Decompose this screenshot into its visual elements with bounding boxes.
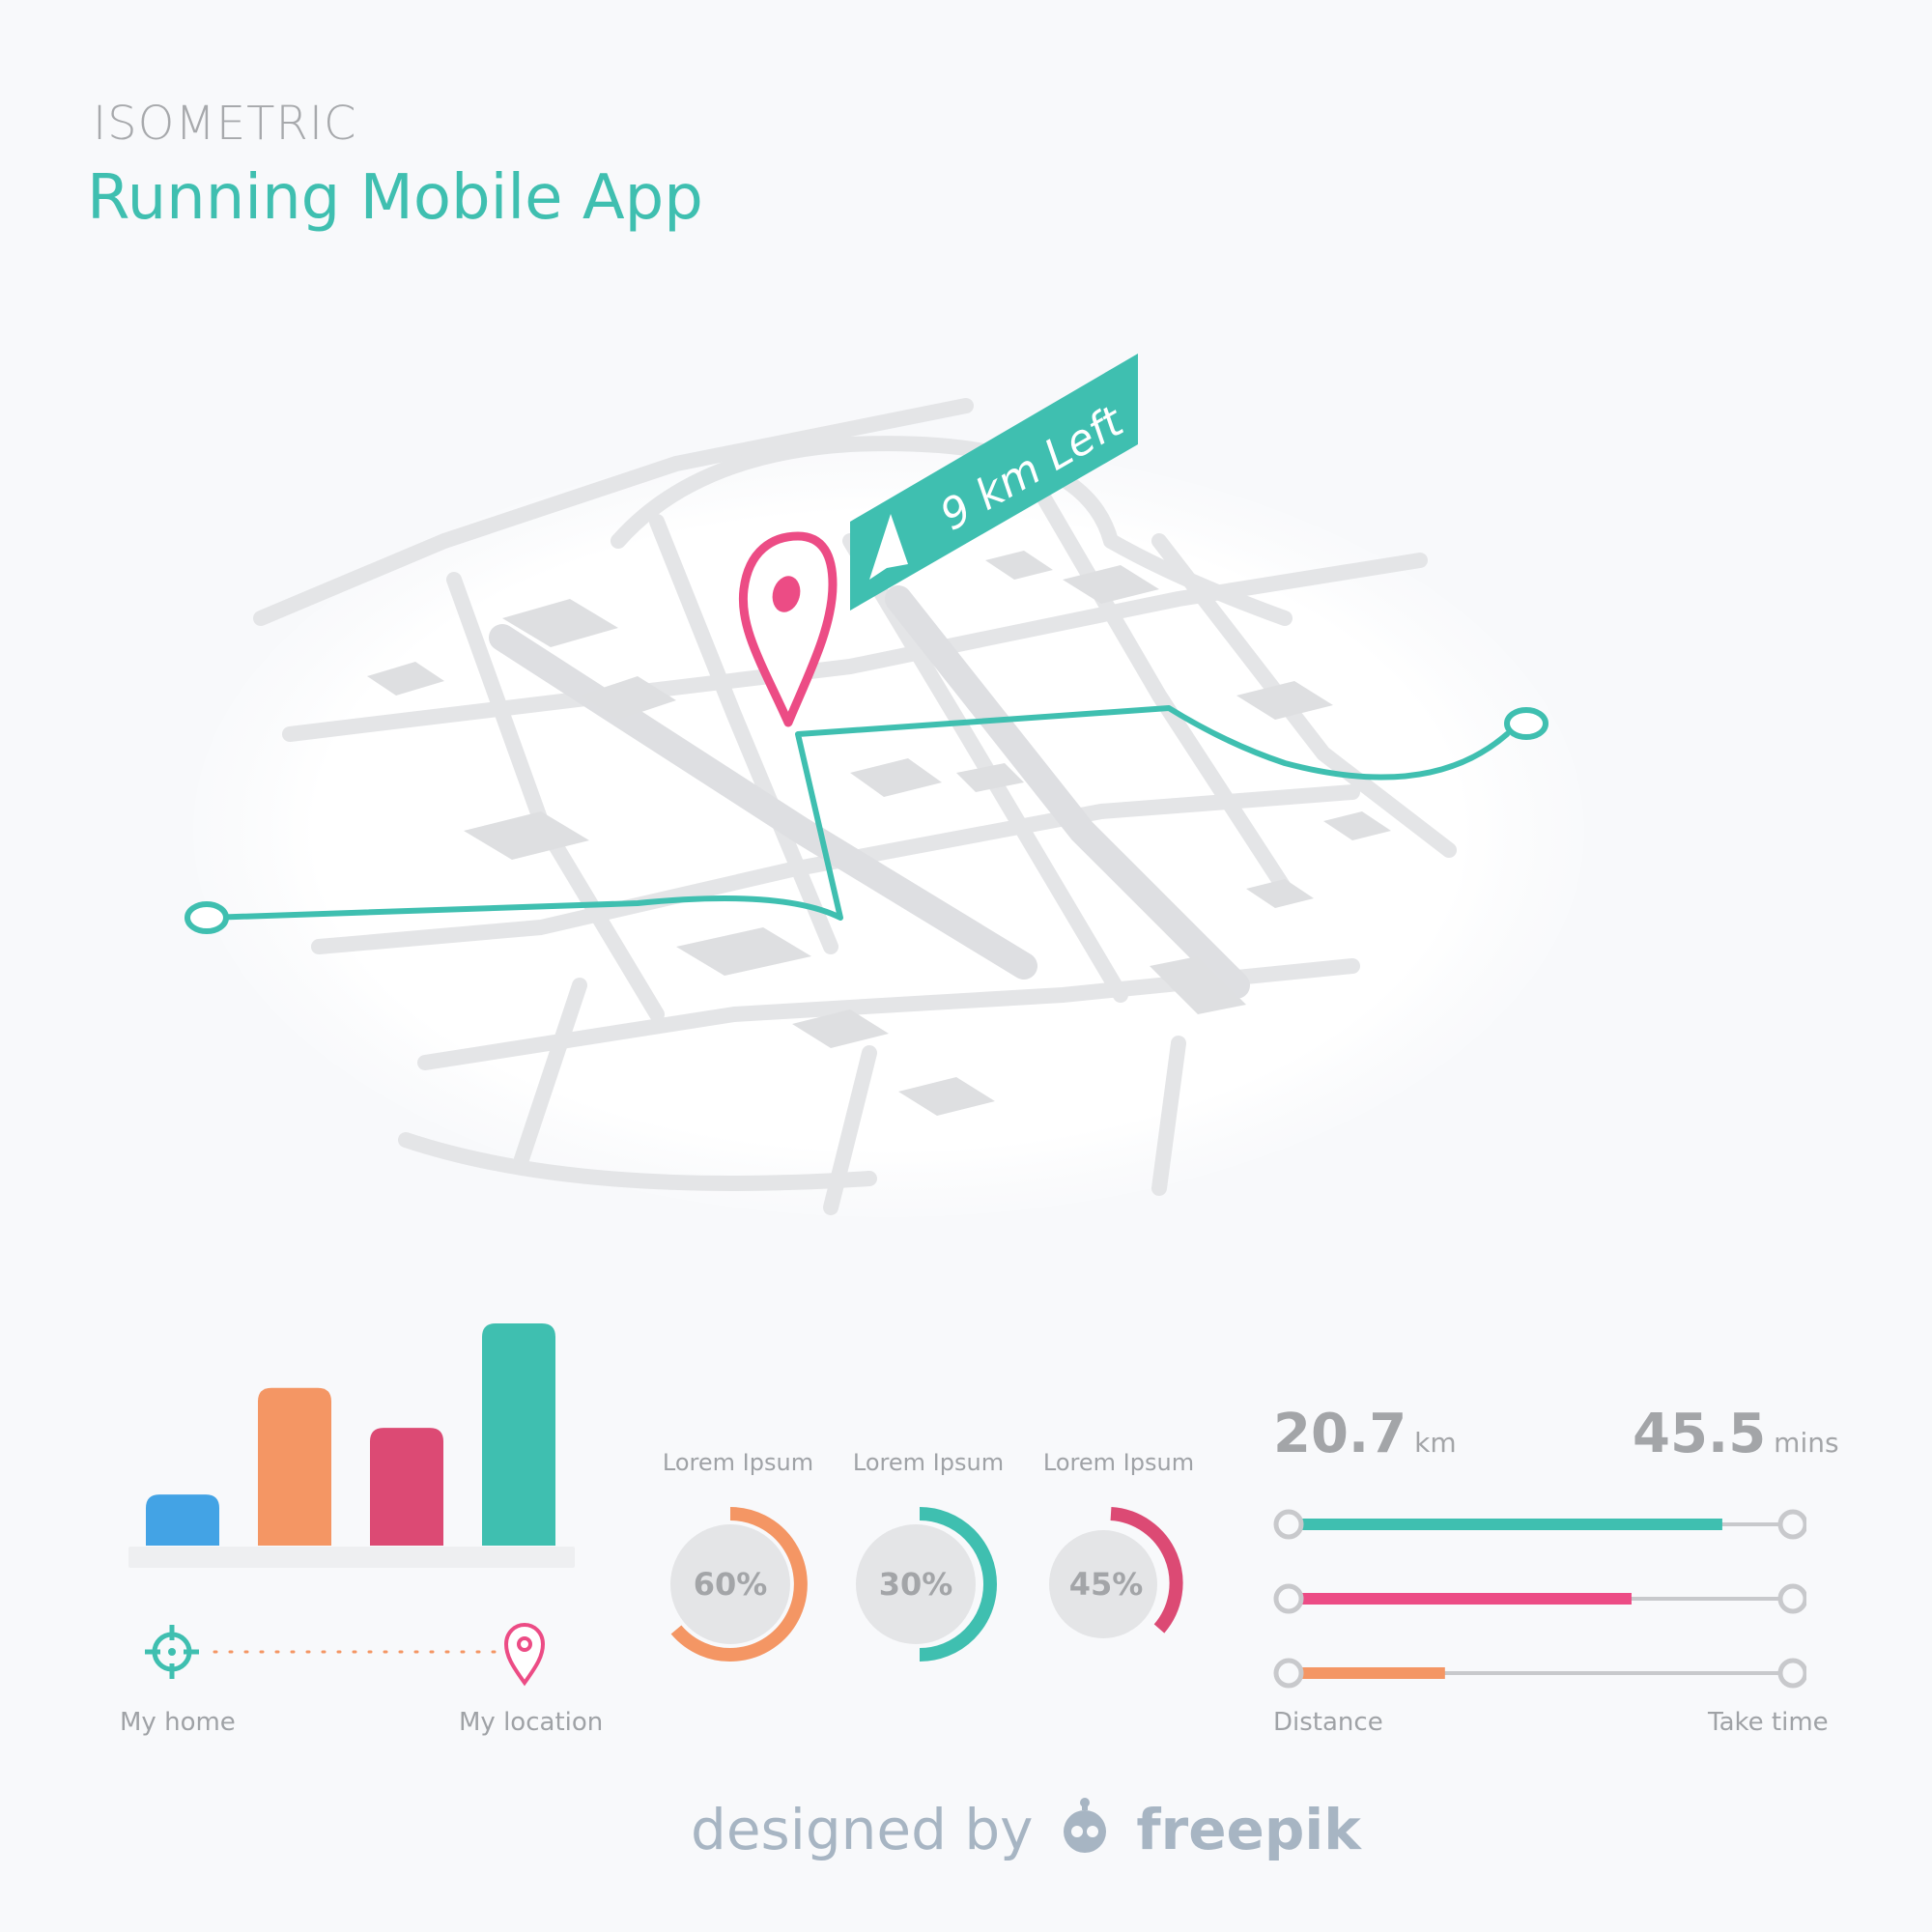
bar-3 [370,1428,443,1546]
take-time-label: Take time [1708,1708,1829,1737]
location-pin-icon [503,1623,546,1687]
distance-stat: 20.7 km [1273,1403,1457,1465]
distance-label: Distance [1273,1708,1383,1737]
donut-3-value: 45% [1069,1566,1144,1603]
my-home-label: My home [120,1708,236,1737]
slider-start-knob [1273,1658,1304,1689]
route-start-node [185,901,229,934]
footer-brand: freepik [1136,1797,1361,1862]
footer-prefix: designed by [691,1797,1034,1862]
bar-1 [146,1494,219,1546]
donut-2: 30% [856,1507,997,1662]
donut-charts: 60% 30% 45% [670,1507,1183,1662]
slider-end-knob [1777,1658,1806,1689]
time-unit: mins [1774,1427,1839,1459]
distance-unit: km [1414,1427,1457,1459]
distance-value: 20.7 [1273,1403,1407,1465]
footer-credit: designed by freepik [691,1797,1361,1862]
bar-chart-base [128,1547,575,1568]
slider-end-knob [1777,1583,1806,1614]
time-value: 45.5 [1633,1403,1767,1465]
bar-4 [482,1323,555,1546]
donut-1-label: Lorem Ipsum [662,1449,814,1476]
donut-3: 45% [1049,1507,1183,1638]
route-end-node [1504,707,1548,740]
bar-2 [258,1387,331,1546]
progress-slider-1 [1273,1509,1806,1540]
time-stat: 45.5 mins [1633,1403,1839,1465]
donut-1: 60% [670,1507,808,1662]
progress-sliders [1273,1509,1806,1689]
crosshair-icon [145,1625,199,1679]
progress-slider-3 [1273,1658,1806,1689]
freepik-robot-icon [1063,1798,1106,1853]
progress-slider-2 [1273,1583,1806,1614]
donut-2-value: 30% [879,1566,953,1603]
slider-start-knob [1273,1583,1304,1614]
my-location-label: My location [459,1708,604,1737]
donut-1-value: 60% [694,1566,768,1603]
slider-end-knob [1777,1509,1806,1540]
activity-bar-chart [146,1323,555,1546]
donut-2-label: Lorem Ipsum [852,1449,1005,1476]
slider-start-knob [1273,1509,1304,1540]
donut-3-label: Lorem Ipsum [1042,1449,1195,1476]
route-legend-graphic [145,1623,546,1687]
